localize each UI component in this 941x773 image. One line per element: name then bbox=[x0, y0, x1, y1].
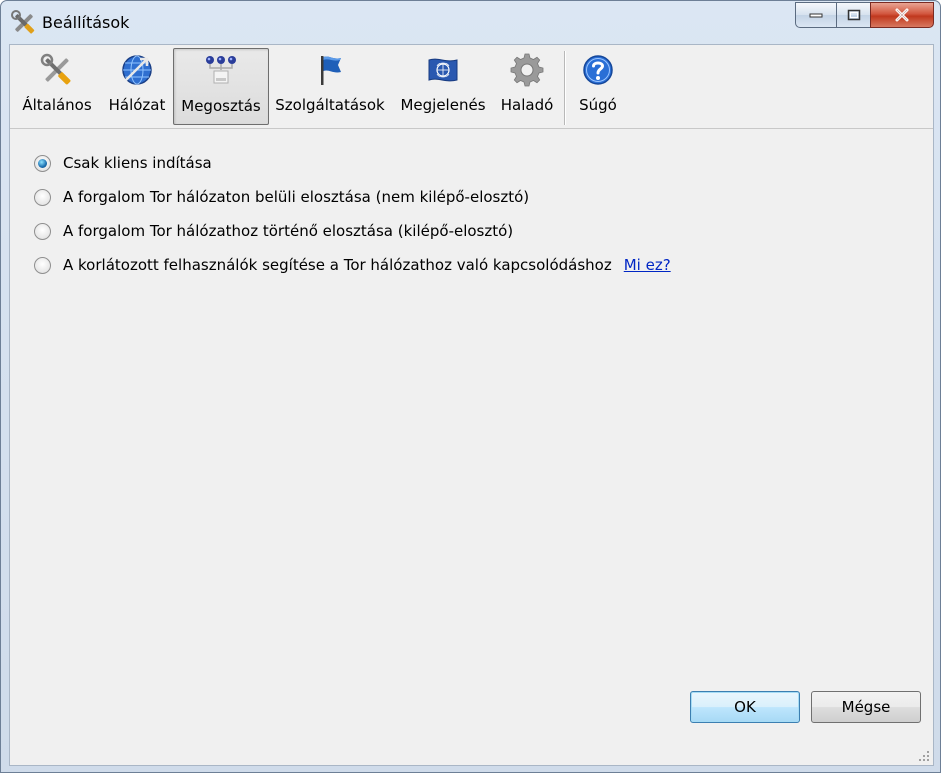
whats-this-link[interactable]: Mi ez? bbox=[624, 256, 671, 274]
close-button[interactable] bbox=[870, 2, 934, 28]
gear-icon bbox=[510, 53, 544, 87]
tab-appearance-label: Megjelenés bbox=[400, 96, 486, 114]
toolbar-separator bbox=[564, 51, 565, 125]
tab-advanced-label: Haladó bbox=[500, 96, 554, 114]
maximize-button[interactable] bbox=[836, 2, 870, 28]
settings-toolbar: Általános Hálózat Megosztás Szolgáltatás… bbox=[10, 45, 933, 129]
option-relay-non-exit[interactable]: A forgalom Tor hálózaton belüli elosztás… bbox=[34, 186, 529, 208]
tab-advanced[interactable]: Haladó bbox=[494, 48, 560, 125]
radio-button[interactable] bbox=[34, 154, 51, 172]
option-label: A forgalom Tor hálózaton belüli elosztás… bbox=[63, 188, 530, 206]
tab-general-label: Általános bbox=[22, 96, 92, 114]
flag-icon bbox=[321, 56, 341, 85]
option-label: A korlátozott felhasználók segítése a To… bbox=[63, 256, 612, 274]
help-icon bbox=[583, 55, 613, 85]
window-title: Beállítások bbox=[42, 13, 130, 32]
option-label: Csak kliens indítása bbox=[63, 154, 212, 172]
cancel-button[interactable]: Mégse bbox=[811, 691, 921, 723]
minimize-icon bbox=[809, 13, 823, 18]
option-label: A forgalom Tor hálózathoz történő eloszt… bbox=[63, 222, 514, 240]
settings-window: Beállítások Általános Hálózat Megosztás … bbox=[0, 0, 941, 773]
tab-network[interactable]: Hálózat bbox=[102, 48, 172, 125]
tab-services-label: Szolgáltatások bbox=[275, 96, 385, 114]
dialog-client-area: Általános Hálózat Megosztás Szolgáltatás… bbox=[9, 44, 934, 766]
close-icon bbox=[895, 8, 909, 22]
minimize-button[interactable] bbox=[795, 2, 836, 28]
tools-icon bbox=[11, 10, 35, 34]
option-client-only[interactable]: Csak kliens indítása bbox=[34, 152, 212, 174]
radio-button[interactable] bbox=[34, 256, 51, 274]
window-controls bbox=[795, 2, 934, 31]
tab-network-label: Hálózat bbox=[108, 96, 166, 114]
tab-appearance[interactable]: Megjelenés bbox=[396, 48, 490, 125]
radio-button[interactable] bbox=[34, 222, 51, 240]
tab-general[interactable]: Általános bbox=[13, 48, 101, 125]
ok-button[interactable]: OK bbox=[690, 691, 800, 723]
tab-help[interactable]: Súgó bbox=[568, 48, 628, 125]
appearance-flag-icon bbox=[428, 58, 458, 82]
network-globe-icon bbox=[122, 55, 152, 85]
title-bar[interactable]: Beállítások bbox=[1, 1, 940, 45]
tab-sharing[interactable]: Megosztás bbox=[173, 48, 269, 125]
resize-grip-icon[interactable] bbox=[918, 750, 930, 762]
tab-services[interactable]: Szolgáltatások bbox=[272, 48, 388, 125]
option-bridge[interactable]: A korlátozott felhasználók segítése a To… bbox=[34, 254, 671, 276]
tab-sharing-label: Megosztás bbox=[181, 97, 261, 115]
option-relay-exit[interactable]: A forgalom Tor hálózathoz történő eloszt… bbox=[34, 220, 513, 242]
tools-icon bbox=[40, 53, 71, 85]
tab-help-label: Súgó bbox=[579, 96, 617, 114]
radio-button[interactable] bbox=[34, 188, 51, 206]
maximize-icon bbox=[847, 9, 860, 21]
sharing-icon bbox=[206, 56, 236, 84]
